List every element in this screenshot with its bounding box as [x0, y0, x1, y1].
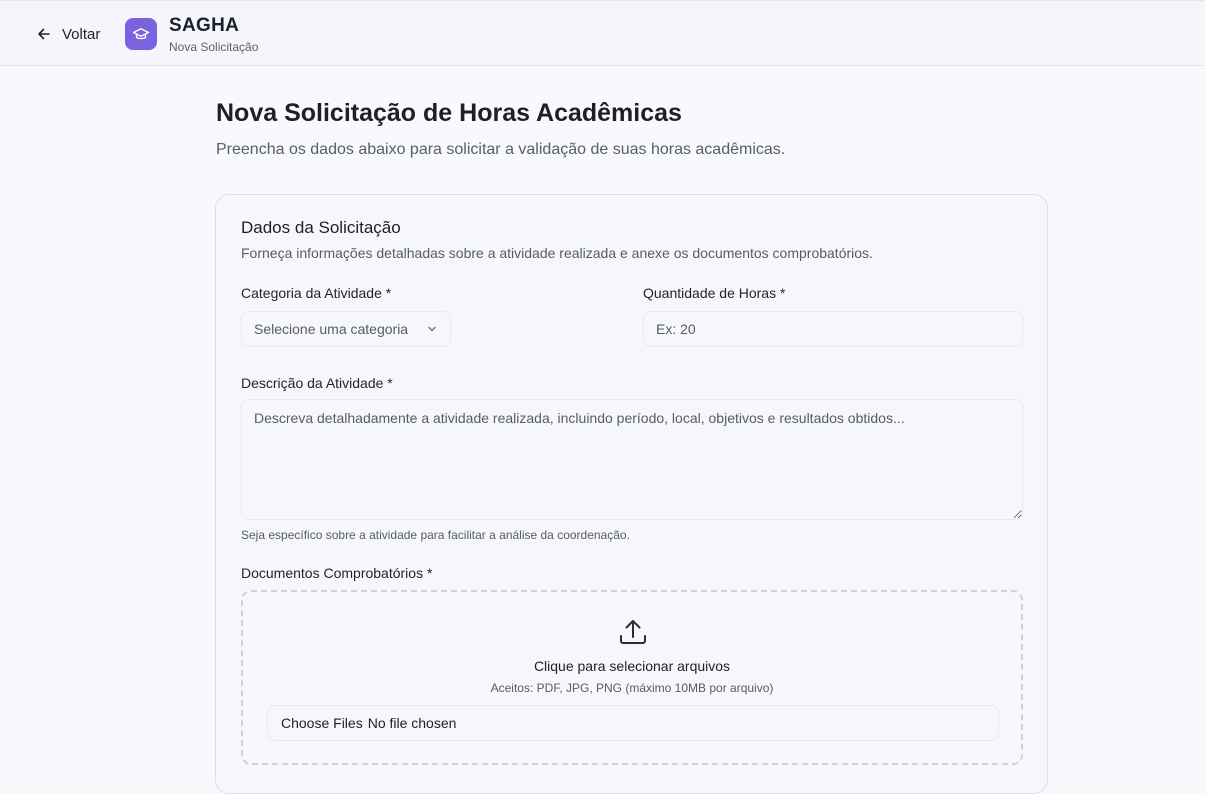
- request-form-card: Dados da Solicitação Forneça informações…: [215, 194, 1048, 794]
- back-button-label: Voltar: [62, 25, 101, 43]
- form-description: Forneça informações detalhadas sobre a a…: [241, 245, 873, 261]
- description-textarea[interactable]: [241, 399, 1023, 520]
- top-header: Voltar SAGHA Nova Solicitação: [0, 0, 1205, 66]
- chevron-down-icon: [428, 326, 436, 332]
- choose-files-button[interactable]: Choose Files: [281, 715, 363, 731]
- category-label: Categoria da Atividade *: [241, 285, 392, 301]
- dropzone-title: Clique para selecionar arquivos: [533, 658, 731, 674]
- documents-label: Documentos Comprobatórios *: [241, 565, 433, 581]
- description-label: Descrição da Atividade *: [241, 375, 393, 391]
- app-logo: [125, 18, 157, 50]
- page-subtitle: Preencha os dados abaixo para solicitar …: [216, 141, 786, 158]
- file-input[interactable]: Choose Files No file chosen: [267, 705, 999, 741]
- category-select[interactable]: Selecione uma categoria: [241, 311, 451, 347]
- brand-subtitle: Nova Solicitação: [169, 40, 259, 54]
- upload-icon: [620, 620, 646, 644]
- arrow-left-icon: [38, 28, 50, 40]
- description-hint: Seja específico sobre a atividade para f…: [241, 528, 630, 542]
- brand-title: SAGHA: [169, 15, 240, 36]
- hours-label: Quantidade de Horas *: [643, 285, 786, 301]
- graduation-cap-icon: [132, 28, 150, 40]
- file-status: No file chosen: [367, 715, 457, 731]
- back-button[interactable]: Voltar: [30, 19, 106, 49]
- category-select-value: Selecione uma categoria: [254, 321, 409, 337]
- hours-input[interactable]: [643, 311, 1023, 347]
- file-dropzone[interactable]: Clique para selecionar arquivos Aceitos:…: [241, 590, 1023, 765]
- form-title: Dados da Solicitação: [241, 218, 401, 237]
- page-title: Nova Solicitação de Horas Acadêmicas: [216, 99, 682, 127]
- dropzone-subtitle: Aceitos: PDF, JPG, PNG (máximo 10MB por …: [490, 681, 774, 695]
